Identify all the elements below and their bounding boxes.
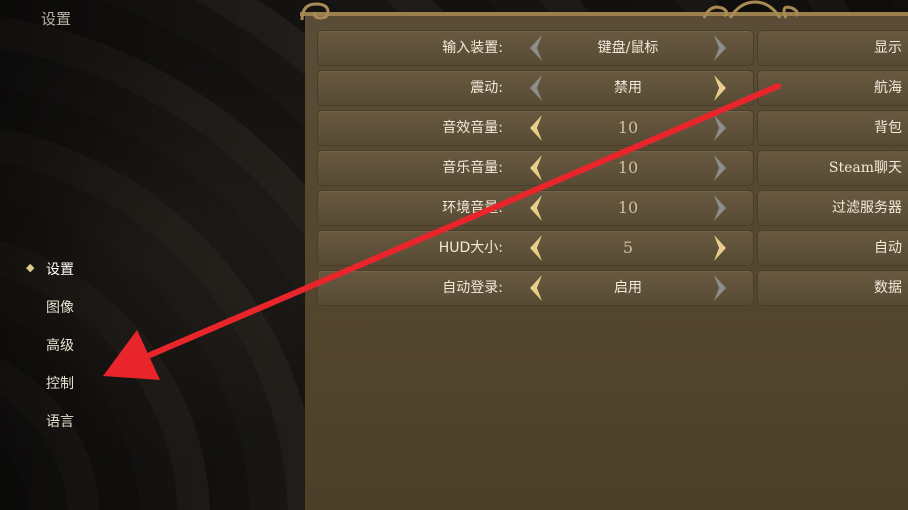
nav-item-label: 语言: [46, 414, 74, 430]
setting-row: 环境音量: 10: [317, 190, 754, 226]
setting-row: 音乐音量: 10: [317, 150, 754, 186]
setting-value: 10: [617, 118, 639, 137]
nav-item-graphics[interactable]: 图像: [24, 296, 144, 334]
arrow-right-icon[interactable]: [712, 194, 728, 222]
setting-row: HUD大小: 5: [317, 230, 754, 266]
setting-row: 输入装置: 键盘/鼠标: [317, 30, 754, 66]
setting-value: 启用: [614, 280, 642, 296]
setting-row-right[interactable]: 数据: [757, 270, 908, 306]
setting-row: 自动登录: 启用: [317, 270, 754, 306]
setting-row-right[interactable]: 航海: [757, 70, 908, 106]
corner-ornament-icon: [300, 2, 330, 21]
arrow-right-icon[interactable]: [712, 274, 728, 302]
setting-label: 音乐音量:: [442, 160, 503, 176]
setting-row-right[interactable]: 显示: [757, 30, 908, 66]
top-ornament-icon: [702, 0, 799, 19]
nav-item-advanced[interactable]: 高级: [24, 334, 144, 372]
page-title: 设置: [41, 10, 72, 28]
nav-item-language[interactable]: 语言: [24, 410, 144, 448]
setting-row-right[interactable]: Steam聊天: [757, 150, 908, 186]
setting-label: 音效音量:: [442, 120, 503, 136]
setting-row: 震动: 禁用: [317, 70, 754, 106]
nav-item-label: 图像: [46, 300, 74, 316]
setting-label: 输入装置:: [442, 40, 503, 56]
arrow-left-icon[interactable]: [528, 194, 544, 222]
arrow-left-icon[interactable]: [528, 234, 544, 262]
active-caret-icon: ◆: [26, 261, 35, 274]
setting-label: 环境音量:: [442, 200, 503, 216]
arrow-right-icon[interactable]: [712, 114, 728, 142]
settings-nav: ◆ 设置 图像 高级 控制 语言: [24, 258, 144, 448]
nav-item-label: 高级: [46, 338, 74, 354]
arrow-right-icon[interactable]: [712, 74, 728, 102]
setting-value: 5: [622, 238, 634, 257]
arrow-left-icon[interactable]: [528, 34, 544, 62]
nav-item-controls[interactable]: 控制: [24, 372, 144, 410]
setting-value: 禁用: [614, 80, 642, 96]
setting-row-right[interactable]: 过滤服务器: [757, 190, 908, 226]
nav-item-settings[interactable]: ◆ 设置: [24, 258, 144, 296]
setting-label: 航海: [874, 80, 902, 96]
arrow-left-icon[interactable]: [528, 154, 544, 182]
arrow-left-icon[interactable]: [528, 274, 544, 302]
setting-label: 自动登录:: [442, 280, 503, 296]
setting-label: Steam聊天: [828, 160, 902, 176]
arrow-left-icon[interactable]: [528, 114, 544, 142]
setting-value: 10: [617, 158, 639, 177]
setting-row: 音效音量: 10: [317, 110, 754, 146]
setting-row-right[interactable]: 自动: [757, 230, 908, 266]
arrow-right-icon[interactable]: [712, 34, 728, 62]
setting-label: 自动: [874, 240, 902, 256]
nav-item-label: 设置: [46, 262, 74, 278]
arrow-right-icon[interactable]: [712, 154, 728, 182]
setting-label: 过滤服务器: [832, 200, 902, 216]
setting-label: 震动:: [470, 80, 503, 96]
setting-label: 显示: [874, 40, 902, 56]
panel-border: [300, 12, 908, 16]
arrow-right-icon[interactable]: [712, 234, 728, 262]
nav-item-label: 控制: [46, 376, 74, 392]
setting-value: 键盘/鼠标: [597, 40, 659, 56]
setting-value: 10: [617, 198, 639, 217]
setting-label: HUD大小:: [438, 240, 503, 256]
setting-label: 背包: [874, 120, 902, 136]
setting-row-right[interactable]: 背包: [757, 110, 908, 146]
arrow-left-icon[interactable]: [528, 74, 544, 102]
setting-label: 数据: [874, 280, 902, 296]
